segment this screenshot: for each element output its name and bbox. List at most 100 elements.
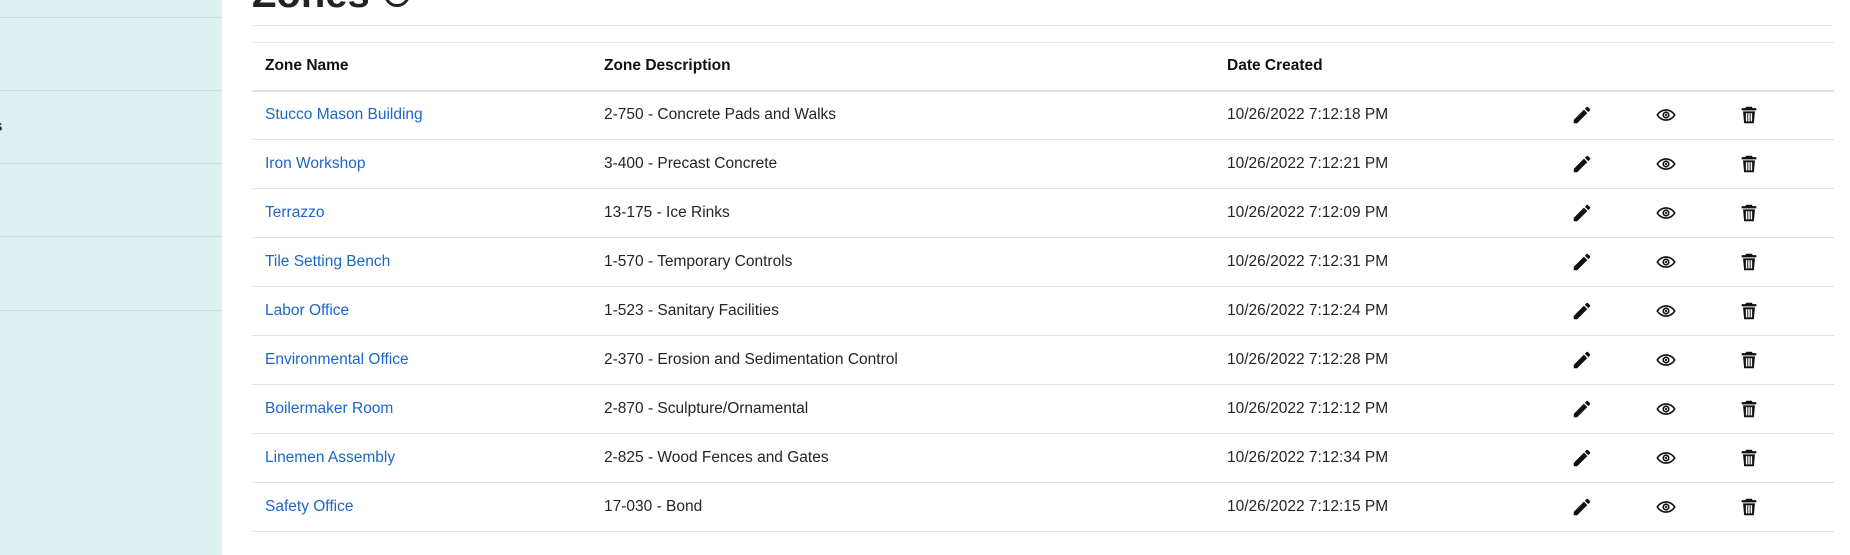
delete-cell: [1731, 286, 1834, 336]
eye-icon[interactable]: [1655, 447, 1677, 469]
date-created-cell: 10/26/2022 7:12:34 PM: [1214, 433, 1563, 483]
table-row: Terrazzo 13-175 - Ice Rinks 10/26/2022 7:1…: [252, 188, 1834, 238]
zone-description-cell: 2-750 - Concrete Pads and Walks: [591, 90, 1214, 140]
table-header-row: Zone Name Zone Description Date Created: [252, 42, 1834, 92]
page-title-text: Zones: [252, 0, 370, 14]
sidebar-item-label: ries: [0, 118, 2, 136]
date-created-cell: 10/26/2022 7:12:28 PM: [1214, 335, 1563, 385]
delete-cell: [1731, 335, 1834, 385]
edit-cell: [1563, 433, 1647, 483]
pencil-icon[interactable]: [1571, 300, 1593, 322]
column-header-edit: [1563, 42, 1647, 92]
sidebar-item-3[interactable]: s: [0, 163, 222, 236]
main-content: Zones Zone Name Zone Description Date Cr…: [222, 0, 1835, 555]
zone-description-cell: 3-400 - Precast Concrete: [591, 139, 1214, 189]
pencil-icon[interactable]: [1571, 153, 1593, 175]
zone-name-link[interactable]: Stucco Mason Building: [265, 106, 423, 123]
title-divider: [252, 25, 1832, 26]
zone-description-cell: 2-825 - Wood Fences and Gates: [591, 433, 1214, 483]
pencil-icon[interactable]: [1571, 496, 1593, 518]
table-row: Iron Workshop 3-400 - Precast Concrete 10/…: [252, 139, 1834, 189]
eye-icon[interactable]: [1655, 300, 1677, 322]
zone-description-cell: 2-870 - Sculpture/Ornamental: [591, 384, 1214, 434]
edit-cell: [1563, 482, 1647, 532]
view-cell: [1647, 139, 1731, 189]
trash-icon[interactable]: [1738, 398, 1760, 420]
pencil-icon[interactable]: [1571, 349, 1593, 371]
pencil-icon[interactable]: [1571, 202, 1593, 224]
trash-icon[interactable]: [1738, 300, 1760, 322]
zone-name-cell: Boilermaker Room: [252, 384, 591, 434]
eye-icon[interactable]: [1655, 398, 1677, 420]
view-cell: [1647, 433, 1731, 483]
zone-description-cell: 1-570 - Temporary Controls: [591, 237, 1214, 287]
zone-description-cell: 2-370 - Erosion and Sedimentation Contro…: [591, 335, 1214, 385]
eye-icon[interactable]: [1655, 496, 1677, 518]
view-cell: [1647, 237, 1731, 287]
zone-name-link[interactable]: Boilermaker Room: [265, 400, 393, 417]
edit-cell: [1563, 384, 1647, 434]
eye-icon[interactable]: [1655, 104, 1677, 126]
column-header-zone-description[interactable]: Zone Description: [591, 42, 1214, 92]
trash-icon[interactable]: [1738, 251, 1760, 273]
table-row: Labor Office 1-523 - Sanitary Facilities 1…: [252, 286, 1834, 336]
sidebar: ries s t: [0, 0, 222, 555]
delete-cell: [1731, 433, 1834, 483]
zone-name-link[interactable]: Iron Workshop: [265, 155, 366, 172]
date-created-cell: 10/26/2022 7:12:18 PM: [1214, 90, 1563, 140]
trash-icon[interactable]: [1738, 153, 1760, 175]
zone-description-cell: 13-175 - Ice Rinks: [591, 188, 1214, 238]
pencil-icon[interactable]: [1571, 104, 1593, 126]
edit-cell: [1563, 286, 1647, 336]
sidebar-item-4[interactable]: t: [0, 236, 222, 309]
edit-cell: [1563, 237, 1647, 287]
eye-icon[interactable]: [1655, 153, 1677, 175]
eye-icon[interactable]: [1655, 251, 1677, 273]
zone-name-link[interactable]: Safety Office: [265, 498, 353, 515]
edit-cell: [1563, 188, 1647, 238]
zone-name-link[interactable]: Tile Setting Bench: [265, 253, 390, 270]
delete-cell: [1731, 90, 1834, 140]
eye-icon[interactable]: [1655, 202, 1677, 224]
trash-icon[interactable]: [1738, 104, 1760, 126]
column-header-date-created[interactable]: Date Created: [1214, 42, 1563, 92]
view-cell: [1647, 90, 1731, 140]
zone-name-link[interactable]: Linemen Assembly: [265, 449, 395, 466]
trash-icon[interactable]: [1738, 447, 1760, 469]
info-icon[interactable]: [383, 0, 410, 7]
column-header-zone-name[interactable]: Zone Name: [252, 42, 591, 92]
scrollbar[interactable]: [1834, 0, 1850, 555]
delete-cell: [1731, 384, 1834, 434]
zone-name-link[interactable]: Environmental Office: [265, 351, 409, 368]
edit-cell: [1563, 335, 1647, 385]
zone-description-cell: 1-523 - Sanitary Facilities: [591, 286, 1214, 336]
column-header-view: [1647, 42, 1731, 92]
pencil-icon[interactable]: [1571, 398, 1593, 420]
trash-icon[interactable]: [1738, 349, 1760, 371]
view-cell: [1647, 482, 1731, 532]
zones-table: Zone Name Zone Description Date Created …: [252, 42, 1834, 532]
zone-name-cell: Safety Office: [252, 482, 591, 532]
date-created-cell: 10/26/2022 7:12:31 PM: [1214, 237, 1563, 287]
column-header-delete: [1731, 42, 1834, 92]
pencil-icon[interactable]: [1571, 447, 1593, 469]
table-row: Linemen Assembly 2-825 - Wood Fences and …: [252, 433, 1834, 483]
sidebar-item-categories[interactable]: ries: [0, 90, 222, 163]
table-row: Tile Setting Bench 1-570 - Temporary Cont…: [252, 237, 1834, 287]
sidebar-item-1[interactable]: [0, 17, 222, 90]
zone-name-cell: Linemen Assembly: [252, 433, 591, 483]
zone-name-link[interactable]: Terrazzo: [265, 204, 324, 221]
edit-cell: [1563, 90, 1647, 140]
date-created-cell: 10/26/2022 7:12:21 PM: [1214, 139, 1563, 189]
table-body: Stucco Mason Building 2-750 - Concrete Pa…: [252, 90, 1834, 532]
trash-icon[interactable]: [1738, 496, 1760, 518]
zone-name-cell: Stucco Mason Building: [252, 90, 591, 140]
date-created-cell: 10/26/2022 7:12:24 PM: [1214, 286, 1563, 336]
zone-name-link[interactable]: Labor Office: [265, 302, 349, 319]
delete-cell: [1731, 482, 1834, 532]
eye-icon[interactable]: [1655, 349, 1677, 371]
pencil-icon[interactable]: [1571, 251, 1593, 273]
zone-name-cell: Environmental Office: [252, 335, 591, 385]
view-cell: [1647, 384, 1731, 434]
trash-icon[interactable]: [1738, 202, 1760, 224]
